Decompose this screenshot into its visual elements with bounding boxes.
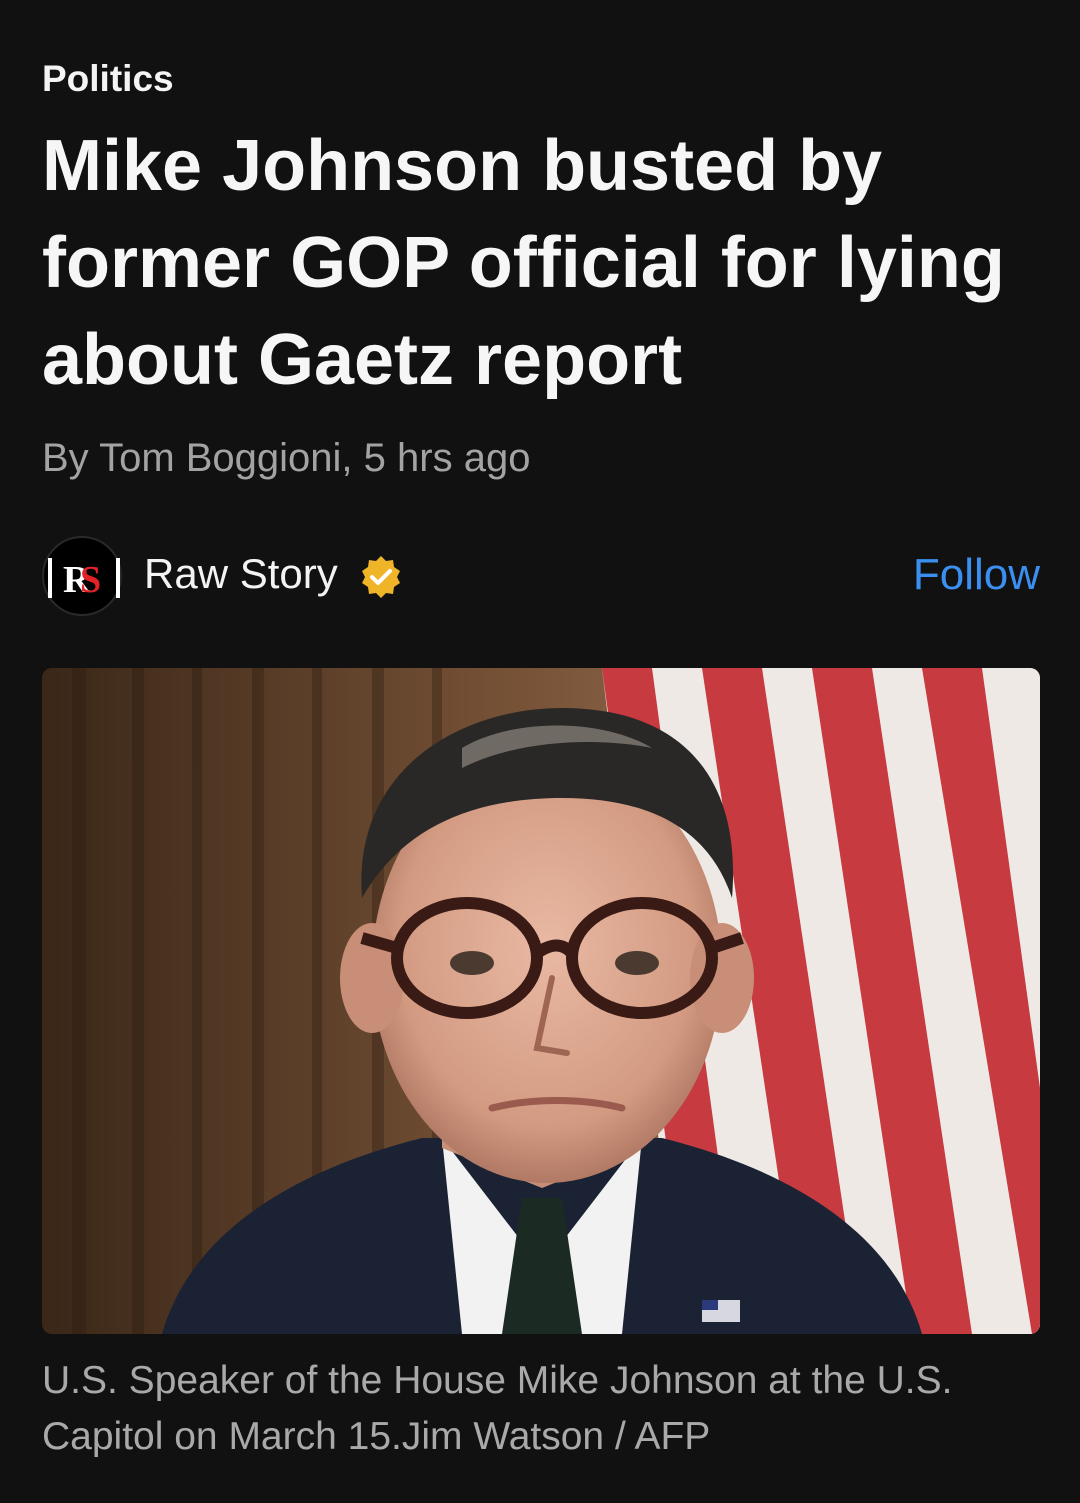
source-row: R S Raw Story Follow — [42, 536, 1040, 618]
photo-caption: U.S. Speaker of the House Mike Johnson a… — [42, 1359, 953, 1458]
article-photo[interactable] — [42, 668, 1040, 1334]
verified-badge-icon — [358, 554, 404, 600]
svg-text:S: S — [80, 559, 101, 601]
source-logo-icon[interactable]: R S — [42, 536, 122, 616]
follow-button[interactable]: Follow — [913, 550, 1040, 600]
article-photo-illustration — [42, 668, 1040, 1334]
article-byline: By Tom Boggioni, 5 hrs ago — [42, 436, 531, 480]
category-label[interactable]: Politics — [42, 58, 174, 100]
source-name[interactable]: Raw Story — [144, 550, 338, 598]
article-headline[interactable]: Mike Johnson busted by former GOP offici… — [42, 118, 1042, 409]
raw-story-logo-icon: R S — [48, 558, 120, 601]
